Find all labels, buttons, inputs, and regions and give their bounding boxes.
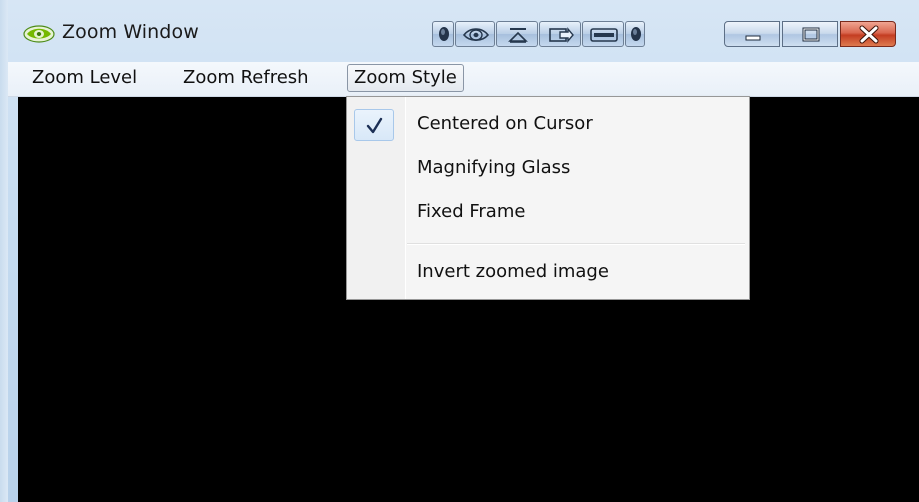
titlebar[interactable]: Zoom Window	[0, 0, 919, 60]
checkmark-icon	[366, 117, 383, 134]
window-title: Zoom Window	[62, 21, 199, 43]
menu-option-magnifying-glass[interactable]: Magnifying Glass	[349, 148, 747, 188]
caption-buttons	[724, 21, 896, 47]
menu-zoom-style[interactable]: Zoom Style	[347, 64, 464, 92]
arrow-right-button[interactable]	[539, 21, 581, 47]
check-highlight	[354, 109, 394, 141]
menu-option-label: Magnifying Glass	[417, 157, 571, 178]
maximize-button[interactable]	[782, 21, 838, 47]
zoom-window: Zoom Window Zoom Level Zoom Refresh Zoom…	[0, 0, 919, 502]
bar-icon	[590, 28, 618, 42]
menu-option-invert-zoomed-image[interactable]: Invert zoomed image	[349, 252, 747, 292]
nvidia-eye-icon	[462, 28, 490, 42]
restore-button-tool[interactable]	[496, 21, 538, 47]
minimize-icon	[745, 35, 761, 41]
menu-option-label: Centered on Cursor	[417, 113, 593, 134]
minimize-button[interactable]	[724, 21, 780, 47]
menu-separator	[407, 243, 745, 245]
zoom-style-dropdown: Centered on Cursor Magnifying Glass Fixe…	[346, 96, 750, 300]
nvidia-toolbar	[432, 21, 645, 47]
maximize-icon	[802, 27, 820, 42]
close-icon	[859, 25, 879, 44]
close-button[interactable]	[840, 21, 896, 47]
nvidia-logo-icon	[22, 23, 56, 45]
menu-option-fixed-frame[interactable]: Fixed Frame	[349, 192, 747, 232]
arrow-right-icon	[549, 27, 574, 43]
menu-zoom-refresh[interactable]: Zoom Refresh	[177, 64, 315, 92]
dot-right-button[interactable]	[625, 21, 645, 47]
menu-option-centered-on-cursor[interactable]: Centered on Cursor	[349, 104, 747, 144]
menubar: Zoom Level Zoom Refresh Zoom Style	[8, 62, 919, 97]
restore-down-icon	[508, 28, 528, 43]
dot-icon	[631, 27, 641, 41]
dot-left-button[interactable]	[432, 21, 454, 47]
menu-option-label: Fixed Frame	[417, 201, 526, 222]
menu-zoom-level[interactable]: Zoom Level	[26, 64, 143, 92]
nvidia-eye-button[interactable]	[455, 21, 495, 47]
dot-icon	[439, 27, 449, 41]
bar-button[interactable]	[582, 21, 624, 47]
window-frame-left	[0, 0, 8, 502]
menu-option-label: Invert zoomed image	[417, 261, 609, 282]
